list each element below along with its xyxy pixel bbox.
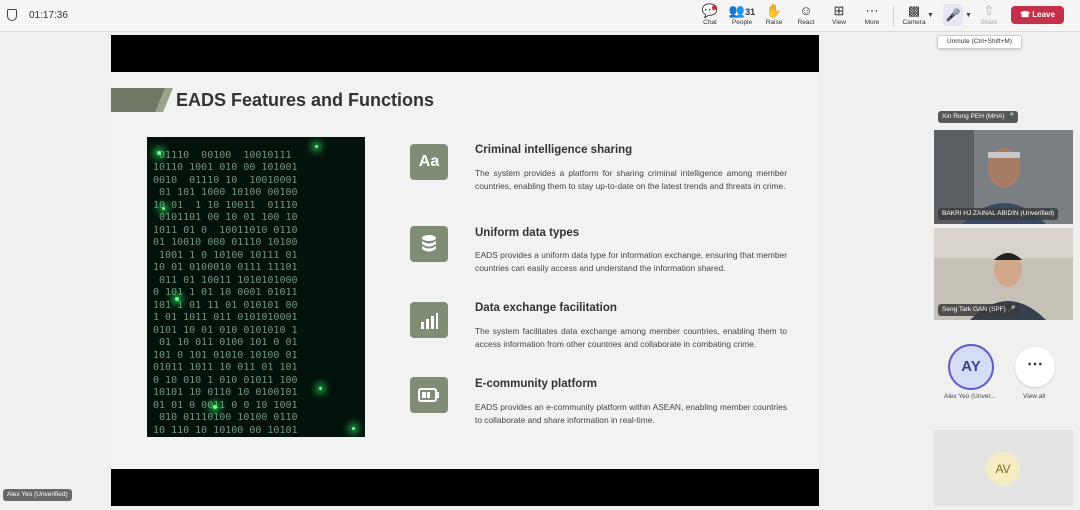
feature-description: EADS provides an e-community platform wi…: [475, 402, 787, 425]
binary-code-image: 01110 00100 10010111 10110 1001 010 00 1…: [147, 137, 365, 437]
more-icon: ⋯: [865, 3, 879, 18]
meeting-toolbar: 01:17:36 💬 Chat 👥31 People ✋ Raise ☺ Rea…: [0, 0, 1080, 32]
battery-icon: [410, 377, 448, 413]
glow-dot: [319, 387, 322, 390]
notification-dot: [712, 5, 717, 10]
people-button[interactable]: 👥31 People: [727, 3, 757, 29]
people-count: 31: [745, 7, 756, 17]
feature-title: Uniform data types: [475, 227, 580, 239]
feature-description: EADS provides a uniform data type for in…: [475, 250, 787, 273]
glow-dot: [213, 405, 217, 409]
view-all-button[interactable]: ⋯: [1015, 347, 1055, 387]
mic-muted-icon: 🎤: [1006, 113, 1015, 120]
mic-off-icon: 🎤: [945, 8, 961, 22]
self-avatar: AV: [986, 452, 1020, 486]
shield-icon: [7, 9, 17, 21]
mic-muted-icon: 🎤: [1007, 306, 1016, 313]
chat-icon: 💬: [701, 3, 719, 18]
presenter-name-chip: Xin Rong PEH (MHA) 🎤: [938, 111, 1019, 123]
bar-chart-icon: [410, 302, 448, 338]
react-button[interactable]: ☺ React: [791, 3, 821, 29]
participant-name-chip: Seng Tark GAN (SPF) 🎤: [938, 304, 1020, 316]
camera-off-icon: ▩: [907, 3, 921, 18]
presentation-slide: EADS Features and Functions 01110 00100 …: [111, 72, 819, 469]
text-icon: Aa: [410, 144, 448, 180]
slide-title: EADS Features and Functions: [176, 90, 435, 110]
share-button[interactable]: ⇧ Share: [974, 3, 1004, 29]
view-button[interactable]: ⊞ View: [824, 3, 854, 29]
glow-dot: [157, 151, 161, 155]
chat-button[interactable]: 💬 Chat: [695, 3, 725, 29]
feature-description: The system provides a platform for shari…: [475, 168, 787, 191]
participant-name: BAKRI HJ ZAINAL ABIDIN (Unverified): [938, 208, 1059, 220]
participant-avatar[interactable]: AY: [948, 344, 994, 390]
meeting-timer: 01:17:36: [29, 10, 68, 21]
glow-dot: [175, 297, 179, 301]
more-button[interactable]: ⋯ More: [857, 3, 887, 29]
hand-icon: ✋: [765, 3, 783, 18]
camera-button[interactable]: ▩ Camera: [899, 3, 929, 29]
mic-button[interactable]: 🎤: [943, 4, 963, 26]
shared-screen: EADS Features and Functions 01110 00100 …: [111, 35, 819, 506]
toolbar-divider: [893, 6, 894, 26]
glow-dot: [162, 207, 165, 210]
more-icon: ⋯: [1027, 356, 1043, 373]
self-name-chip: Alex Yeo (Unverified): [3, 489, 72, 501]
share-icon: ⇧: [983, 3, 995, 18]
grid-icon: ⊞: [833, 3, 845, 18]
glow-dot: [315, 145, 318, 148]
people-icon: 👥: [728, 3, 746, 18]
leave-button[interactable]: ☎ Leave: [1011, 6, 1064, 24]
camera-options-chevron-icon[interactable]: ▼: [927, 12, 934, 19]
feature-title: Criminal intelligence sharing: [475, 144, 633, 156]
feature-description: The system facilitates data exchange amo…: [475, 326, 787, 349]
feature-title: Data exchange facilitation: [475, 302, 617, 314]
database-icon: [410, 226, 448, 262]
smiley-icon: ☺: [799, 3, 813, 18]
mic-options-chevron-icon[interactable]: ▼: [965, 12, 972, 19]
unmute-tooltip: Unmute (Ctrl+Shift+M): [937, 35, 1022, 49]
participant-name: Alex Yeo (Unver...: [944, 393, 996, 400]
feature-title: E-community platform: [475, 378, 598, 390]
binary-pattern: 01110 00100 10010111 10110 1001 010 00 1…: [153, 149, 298, 436]
glow-dot: [352, 427, 355, 430]
raise-hand-button[interactable]: ✋ Raise: [759, 3, 789, 29]
view-all-label: View all: [1023, 393, 1046, 400]
